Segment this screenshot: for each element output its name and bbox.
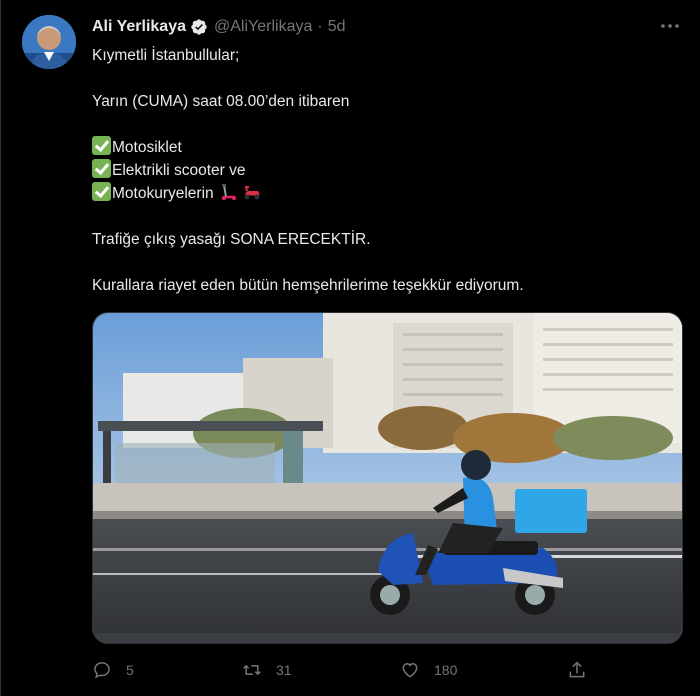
list-item-text: Motokuryelerin — [112, 185, 214, 202]
tweet[interactable]: Ali Yerlikaya @AliYerlikaya · 5d Kıymetl… — [0, 0, 700, 696]
list-item: Motokuryelerin — [92, 182, 682, 205]
like-button[interactable]: 180 — [400, 660, 457, 680]
share-icon — [569, 661, 585, 678]
check-emoji-icon — [92, 182, 111, 201]
scooter-emoji-icon — [221, 184, 237, 201]
more-icon[interactable] — [658, 14, 682, 38]
tweet-text: Kıymetli İstanbullular; Yarın (CUMA) saa… — [92, 44, 682, 297]
list-item-text: Elektrikli scooter ve — [112, 162, 246, 179]
tweet-header: Ali Yerlikaya @AliYerlikaya · 5d — [92, 16, 345, 38]
list-item: Elektrikli scooter ve — [92, 159, 682, 182]
check-emoji-icon — [92, 159, 111, 178]
like-count: 180 — [434, 662, 458, 678]
reply-count: 5 — [126, 662, 134, 678]
retweet-count: 31 — [276, 662, 292, 678]
share-button[interactable] — [567, 660, 601, 680]
text-line: Kıymetli İstanbullular; — [92, 47, 240, 64]
check-emoji-icon — [92, 136, 111, 155]
display-name[interactable]: Ali Yerlikaya — [92, 18, 186, 36]
list-item-text: Motosiklet — [112, 139, 182, 156]
text-line: Yarın (CUMA) saat 08.00’den itibaren — [92, 93, 350, 110]
retweet-icon — [243, 664, 261, 676]
retweet-button[interactable]: 31 — [242, 660, 292, 680]
tweet-photo[interactable] — [92, 312, 683, 644]
avatar[interactable] — [22, 15, 76, 69]
motor-scooter-emoji-icon — [244, 186, 260, 200]
user-handle[interactable]: @AliYerlikaya — [214, 18, 312, 36]
verified-icon — [191, 19, 207, 35]
reply-icon — [94, 662, 110, 679]
list-item: Motosiklet — [92, 136, 682, 159]
timestamp[interactable]: 5d — [328, 18, 346, 36]
tweet-actions: 5 31 180 — [92, 660, 692, 684]
text-line: Trafiğe çıkış yasağı SONA ERECEKTİR. — [92, 231, 371, 248]
separator-dot: · — [317, 18, 323, 35]
like-icon — [402, 662, 418, 678]
reply-button[interactable]: 5 — [92, 660, 134, 680]
text-line: Kurallara riayet eden bütün hemşehrileri… — [92, 277, 524, 294]
